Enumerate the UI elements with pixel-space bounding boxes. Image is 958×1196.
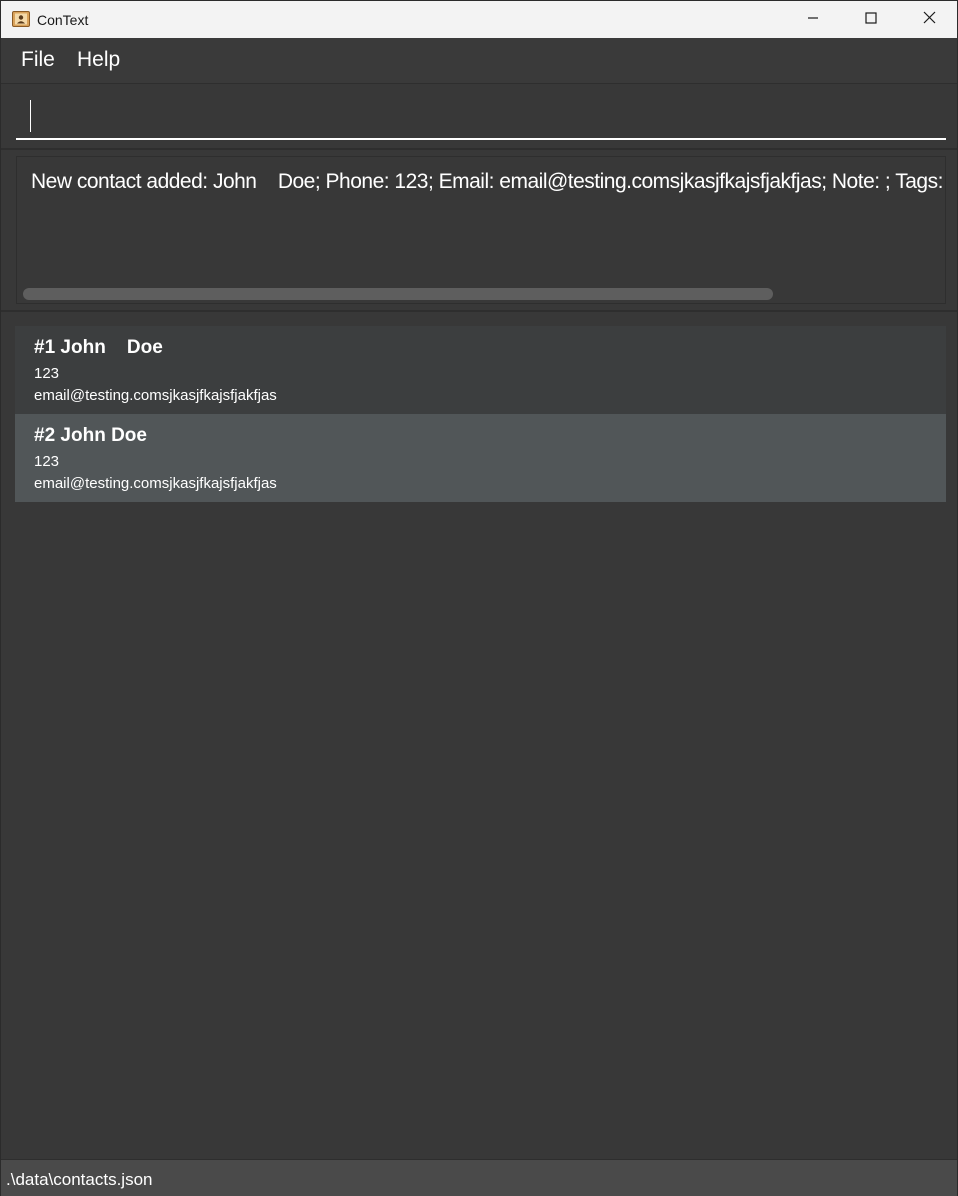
menu-bar: File Help xyxy=(1,38,957,84)
contact-name: #1 John Doe xyxy=(34,337,163,358)
menu-help[interactable]: Help xyxy=(77,48,120,72)
contact-book-icon xyxy=(12,11,30,27)
text-caret xyxy=(30,100,31,132)
contact-card[interactable]: #1 John Doe 123 email@testing.comsjkasjf… xyxy=(15,326,946,414)
minimize-button[interactable] xyxy=(784,1,842,38)
save-location-path: .\data\contacts.json xyxy=(6,1170,153,1189)
contact-phone: 123 xyxy=(34,365,60,382)
command-box xyxy=(1,84,957,150)
result-display-panel: New contact added: John Doe; Phone: 123;… xyxy=(1,150,957,312)
close-button[interactable] xyxy=(900,1,958,38)
result-message: New contact added: John Doe; Phone: 123;… xyxy=(31,170,943,193)
minimize-icon xyxy=(807,11,819,29)
result-display[interactable]: New contact added: John Doe; Phone: 123;… xyxy=(16,156,946,304)
contact-email: email@testing.comsjkasjfkajsfjakfjas xyxy=(34,475,277,492)
app-window: ConText File Help New contact added: Joh… xyxy=(0,0,958,1196)
status-bar: .\data\contacts.json xyxy=(1,1159,957,1196)
maximize-icon xyxy=(865,11,877,29)
horizontal-scrollbar[interactable] xyxy=(23,288,773,300)
contact-name: #2 John Doe xyxy=(34,425,147,446)
command-input[interactable] xyxy=(16,94,946,140)
contact-card-selected[interactable]: #2 John Doe 123 email@testing.comsjkasjf… xyxy=(15,414,946,502)
title-bar: ConText xyxy=(1,1,957,38)
contact-email: email@testing.comsjkasjfkajsfjakfjas xyxy=(34,387,277,404)
contact-phone: 123 xyxy=(34,453,60,470)
close-icon xyxy=(923,11,936,29)
contact-list[interactable]: #1 John Doe 123 email@testing.comsjkasjf… xyxy=(1,312,957,1159)
window-title: ConText xyxy=(37,12,89,28)
menu-file[interactable]: File xyxy=(21,48,55,72)
maximize-button[interactable] xyxy=(842,1,900,38)
